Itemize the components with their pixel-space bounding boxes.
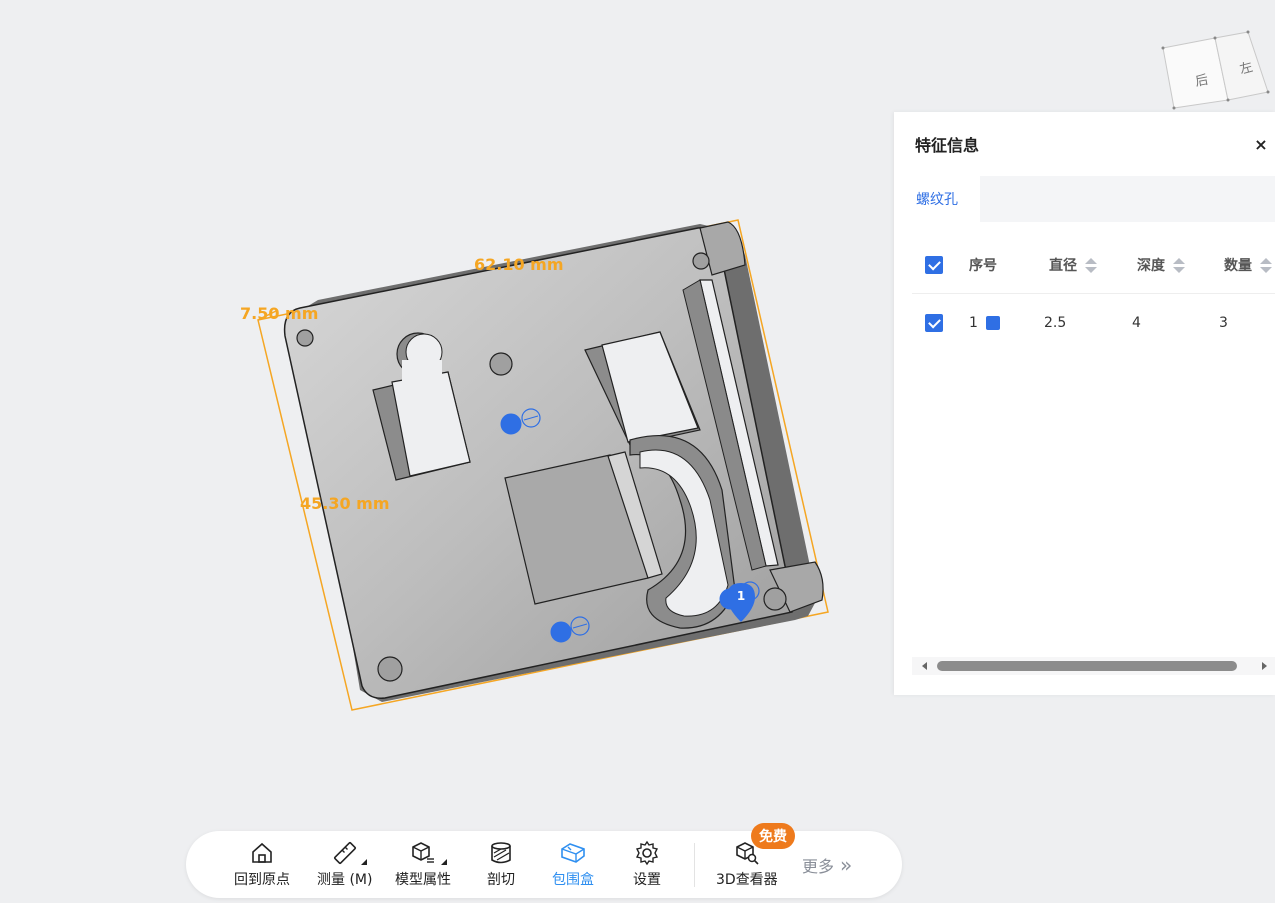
bounding-box-icon — [561, 843, 585, 863]
scroll-thumb[interactable] — [937, 661, 1237, 671]
row-color-swatch — [985, 316, 1000, 330]
sort-icon[interactable] — [1085, 257, 1097, 273]
column-index: 序号 — [969, 258, 997, 274]
row-count: 3 — [1219, 315, 1228, 331]
free-badge: 免费 — [751, 823, 795, 849]
3d-viewer-label: 3D查看器 — [716, 872, 778, 888]
sort-icon[interactable] — [1260, 257, 1272, 273]
cube-list-icon — [412, 842, 434, 863]
view-cube-back[interactable]: 后 — [1194, 73, 1209, 90]
settings-button[interactable]: 设置 — [633, 831, 661, 898]
row-diameter: 2.5 — [1044, 315, 1067, 331]
scroll-right-icon[interactable] — [1262, 662, 1267, 670]
home-label: 回到原点 — [234, 872, 290, 888]
panel-title: 特征信息 — [915, 136, 980, 155]
model-properties-button[interactable]: 模型属性 — [395, 831, 451, 898]
column-depth-sort[interactable]: 深度 — [1137, 236, 1185, 294]
table-row[interactable]: 1 2.5 4 3 — [912, 294, 1275, 352]
column-depth: 深度 — [1137, 258, 1165, 274]
measure-label: 测量 (M) — [317, 872, 373, 888]
sort-icon[interactable] — [1173, 257, 1185, 273]
row-depth: 4 — [1132, 315, 1141, 331]
toolbar-divider — [694, 843, 695, 887]
close-icon[interactable]: × — [1251, 135, 1271, 154]
table-header: 序号 直径 深度 数量 — [912, 236, 1275, 294]
measure-button[interactable]: 测量 (M) — [317, 831, 372, 898]
home-button[interactable]: 回到原点 — [234, 831, 290, 898]
bottom-toolbar: 回到原点 测量 (M) 模型属性 剖切 包围盒 设置 3D查看器 免费 更多 » — [186, 823, 902, 898]
section-label: 剖切 — [487, 872, 515, 888]
view-cube[interactable]: 后 左 — [1160, 30, 1270, 110]
ruler-icon — [333, 842, 356, 864]
gear-icon — [635, 840, 659, 866]
dim-length-label: 62.10 mm — [474, 255, 564, 274]
bounding-box-label: 包围盒 — [552, 872, 594, 888]
dim-height-label: 7.50 mm — [240, 304, 318, 323]
home-icon — [252, 842, 272, 863]
column-count-sort[interactable]: 数量 — [1224, 236, 1272, 294]
section-icon — [491, 842, 511, 864]
double-chevron-right-icon: » — [840, 852, 853, 877]
section-button[interactable]: 剖切 — [487, 831, 515, 898]
select-all-checkbox[interactable] — [925, 256, 943, 274]
feature-marker-label: 1 — [737, 589, 745, 603]
horizontal-scrollbar[interactable] — [912, 657, 1275, 675]
row-checkbox[interactable] — [925, 314, 943, 332]
dropdown-triangle-icon — [441, 859, 447, 865]
tab-thread-hole[interactable]: 螺纹孔 — [894, 176, 980, 222]
panel-header: 特征信息 × — [894, 112, 1275, 176]
dim-width-label: 45.30 mm — [300, 494, 390, 513]
more-button[interactable]: 更多 » — [802, 831, 852, 898]
bounding-box-button[interactable]: 包围盒 — [552, 831, 594, 898]
column-diameter: 直径 — [1049, 258, 1077, 274]
row-index: 1 — [969, 315, 978, 331]
model-properties-label: 模型属性 — [395, 872, 451, 888]
column-diameter-sort[interactable]: 直径 — [1049, 236, 1097, 294]
feature-info-panel: 特征信息 × 螺纹孔 序号 直径 深度 数量 1 2.5 4 3 — [894, 112, 1275, 695]
column-count: 数量 — [1224, 258, 1252, 274]
scroll-left-icon[interactable] — [922, 662, 927, 670]
more-label: 更多 — [802, 856, 835, 876]
tab-strip: 螺纹孔 — [894, 176, 1275, 222]
settings-label: 设置 — [633, 872, 661, 888]
feature-table: 序号 直径 深度 数量 1 2.5 4 3 — [912, 236, 1275, 352]
dropdown-triangle-icon — [361, 859, 367, 865]
